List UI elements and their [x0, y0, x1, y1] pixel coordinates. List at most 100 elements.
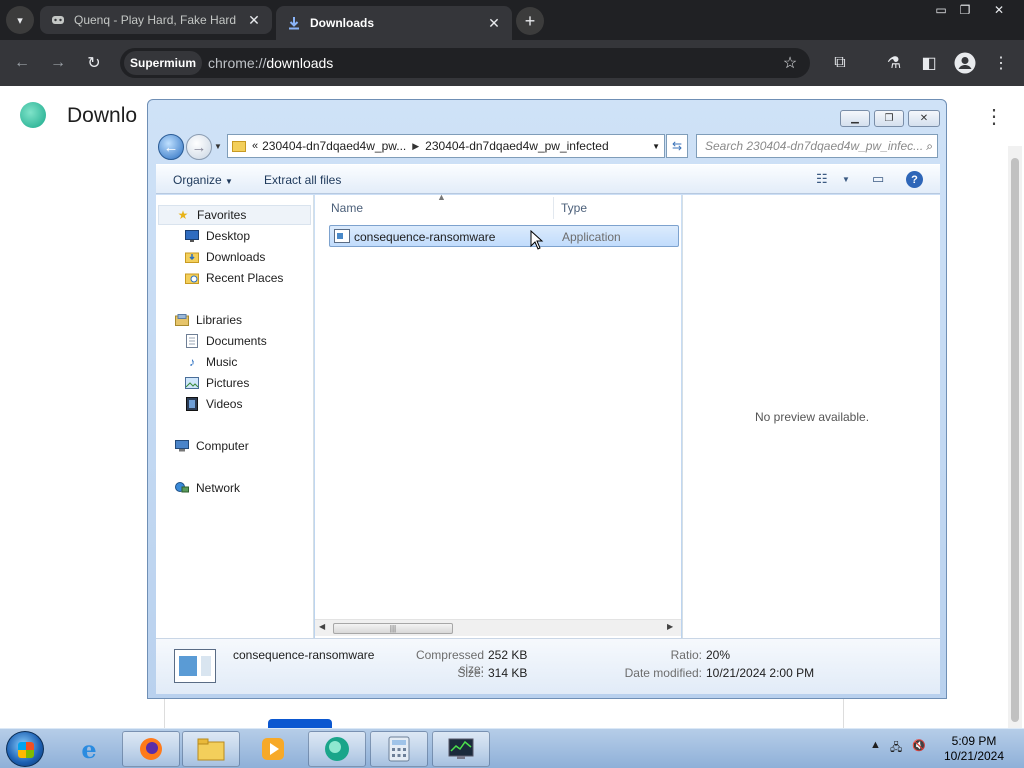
nav-pictures[interactable]: Pictures — [184, 373, 249, 393]
explorer-minimize-button[interactable]: ▁ — [840, 110, 870, 127]
star-icon: ★ — [177, 208, 189, 222]
explorer-address-bar[interactable]: « 230404-dn7dqaed4w_pw... ▶ 230404-dn7dq… — [227, 134, 665, 158]
column-header-type[interactable]: Type — [553, 195, 681, 221]
close-window-button[interactable]: ✕ — [984, 0, 1014, 20]
file-thumbnail-icon — [174, 649, 216, 683]
nav-label: Desktop — [206, 229, 251, 243]
tab-search-button[interactable]: ▾ — [6, 6, 34, 34]
nav-label: Recent Places — [206, 271, 284, 285]
close-icon[interactable]: ✕ — [486, 15, 502, 32]
organize-button[interactable]: Organize ▼ — [173, 173, 233, 187]
explorer-forward-button[interactable]: → — [186, 134, 212, 160]
profile-button[interactable] — [952, 50, 978, 76]
page-scrollbar[interactable] — [1008, 146, 1022, 728]
preview-pane-icon[interactable]: ▭ — [872, 171, 884, 187]
bookmark-star-button[interactable]: ☆ — [777, 50, 803, 76]
flask-icon: ⚗ — [886, 55, 902, 72]
explorer-restore-button[interactable]: ❐ — [874, 110, 904, 127]
breadcrumb-segment[interactable]: 230404-dn7dqaed4w_pw_infected — [425, 139, 609, 153]
labs-button[interactable]: ⚗ — [881, 50, 907, 76]
site-chip[interactable]: Supermium — [124, 51, 203, 75]
scroll-thumb[interactable]: ||| — [333, 623, 453, 634]
more-vert-icon: ⋮ — [984, 106, 1004, 128]
nav-libraries[interactable]: Libraries — [174, 310, 242, 330]
arrow-left-icon: ← — [14, 54, 30, 71]
taskbar-firefox[interactable] — [122, 731, 180, 767]
nav-label: Documents — [206, 334, 267, 348]
help-icon[interactable]: ? — [906, 171, 923, 188]
file-row-selected[interactable]: consequence-ransomware Application — [329, 225, 679, 247]
taskbar-media-player[interactable] — [244, 731, 302, 767]
side-panel-button[interactable]: ◧ — [916, 50, 942, 76]
taskbar-task-manager[interactable] — [432, 731, 490, 767]
recent-places-icon — [184, 270, 200, 286]
address-dropdown-icon[interactable]: ▼ — [652, 142, 660, 151]
horizontal-scrollbar[interactable]: ◀ ||| ▶ — [315, 619, 681, 636]
page-menu-button[interactable]: ⋮ — [984, 104, 1004, 129]
nav-documents[interactable]: Documents — [184, 331, 267, 351]
tab-quenq[interactable]: Quenq - Play Hard, Fake Hard ✕ — [40, 6, 272, 34]
taskbar-calculator[interactable] — [370, 731, 428, 767]
nav-music[interactable]: ♪ Music — [184, 352, 237, 372]
nav-computer[interactable]: Computer — [174, 436, 249, 456]
star-icon: ☆ — [782, 55, 798, 72]
extract-all-button[interactable]: Extract all files — [264, 173, 341, 187]
url-text[interactable]: chrome://downloads — [208, 55, 333, 71]
media-player-icon — [262, 738, 284, 760]
explorer-back-button[interactable]: ← — [158, 134, 184, 160]
date-modified-label: Date modified: — [624, 666, 702, 680]
tab-downloads[interactable]: Downloads ✕ — [276, 6, 512, 40]
taskbar-supermium[interactable] — [308, 731, 366, 767]
download-action-button[interactable] — [268, 719, 332, 728]
reload-button[interactable]: ↻ — [81, 50, 107, 76]
overflow-chevron-icon[interactable]: « — [252, 140, 258, 152]
chevron-down-icon: ▼ — [225, 177, 233, 186]
navigation-pane: ★ Favorites Desktop Downloads Recent Pla… — [156, 195, 314, 638]
chevron-down-icon[interactable]: ▼ — [842, 175, 850, 184]
close-icon[interactable]: ✕ — [246, 12, 262, 29]
breadcrumb-arrow-icon[interactable]: ▶ — [412, 141, 419, 152]
nav-videos[interactable]: Videos — [184, 394, 242, 414]
scroll-thumb[interactable] — [1011, 158, 1019, 722]
clock[interactable]: 5:09 PM 10/21/2024 — [936, 734, 1012, 764]
recent-locations-dropdown[interactable]: ▼ — [214, 142, 222, 151]
downloads-logo — [20, 102, 46, 128]
page-title: Downlo — [67, 104, 138, 127]
arrow-right-icon: → — [50, 54, 66, 71]
new-tab-button[interactable]: + — [516, 7, 544, 35]
forward-button[interactable]: → — [45, 50, 71, 76]
nav-label: Computer — [196, 439, 249, 453]
scroll-left-icon[interactable]: ◀ — [319, 622, 325, 631]
nav-recent-places[interactable]: Recent Places — [184, 268, 283, 288]
start-button[interactable] — [6, 731, 44, 767]
nav-downloads[interactable]: Downloads — [184, 247, 265, 267]
taskbar-file-explorer[interactable] — [182, 731, 240, 767]
libraries-icon — [174, 312, 190, 328]
tab-title: Quenq - Play Hard, Fake Hard — [74, 13, 237, 27]
taskbar-internet-explorer[interactable]: e — [60, 731, 118, 767]
view-options-icon[interactable]: ☷ — [816, 171, 828, 187]
minimize-icon: ▭ — [935, 3, 947, 17]
column-header-name[interactable]: Name — [323, 195, 553, 221]
browser-menu-button[interactable]: ⋮ — [988, 50, 1014, 76]
explorer-close-button[interactable]: ✕ — [908, 110, 940, 127]
folder-icon — [232, 140, 246, 152]
show-hidden-icons-button[interactable]: ▲ — [870, 739, 881, 751]
restore-button[interactable]: ❐ — [950, 0, 980, 20]
file-list-pane: ▲ Name Type consequence-ransomware Appli… — [315, 192, 681, 638]
network-icon — [174, 480, 190, 496]
back-button[interactable]: ← — [9, 50, 35, 76]
nav-label: Favorites — [197, 208, 247, 222]
scroll-right-icon[interactable]: ▶ — [667, 622, 673, 631]
nav-favorites[interactable]: ★ Favorites — [158, 205, 311, 225]
volume-muted-icon[interactable]: 🔇 — [912, 739, 926, 752]
refresh-button[interactable]: ⇆ — [666, 134, 688, 158]
extensions-button[interactable]: ⧉ — [827, 50, 853, 76]
explorer-search-input[interactable]: Search 230404-dn7dqaed4w_pw_infec... ⌕ — [696, 134, 938, 158]
network-tray-icon[interactable]: 🖧 — [890, 739, 902, 758]
breadcrumb-segment[interactable]: 230404-dn7dqaed4w_pw... — [262, 139, 406, 153]
nav-network[interactable]: Network — [174, 478, 240, 498]
nav-desktop[interactable]: Desktop — [184, 226, 250, 246]
side-panel-icon: ◧ — [921, 55, 937, 72]
close-icon: ✕ — [993, 3, 1005, 17]
